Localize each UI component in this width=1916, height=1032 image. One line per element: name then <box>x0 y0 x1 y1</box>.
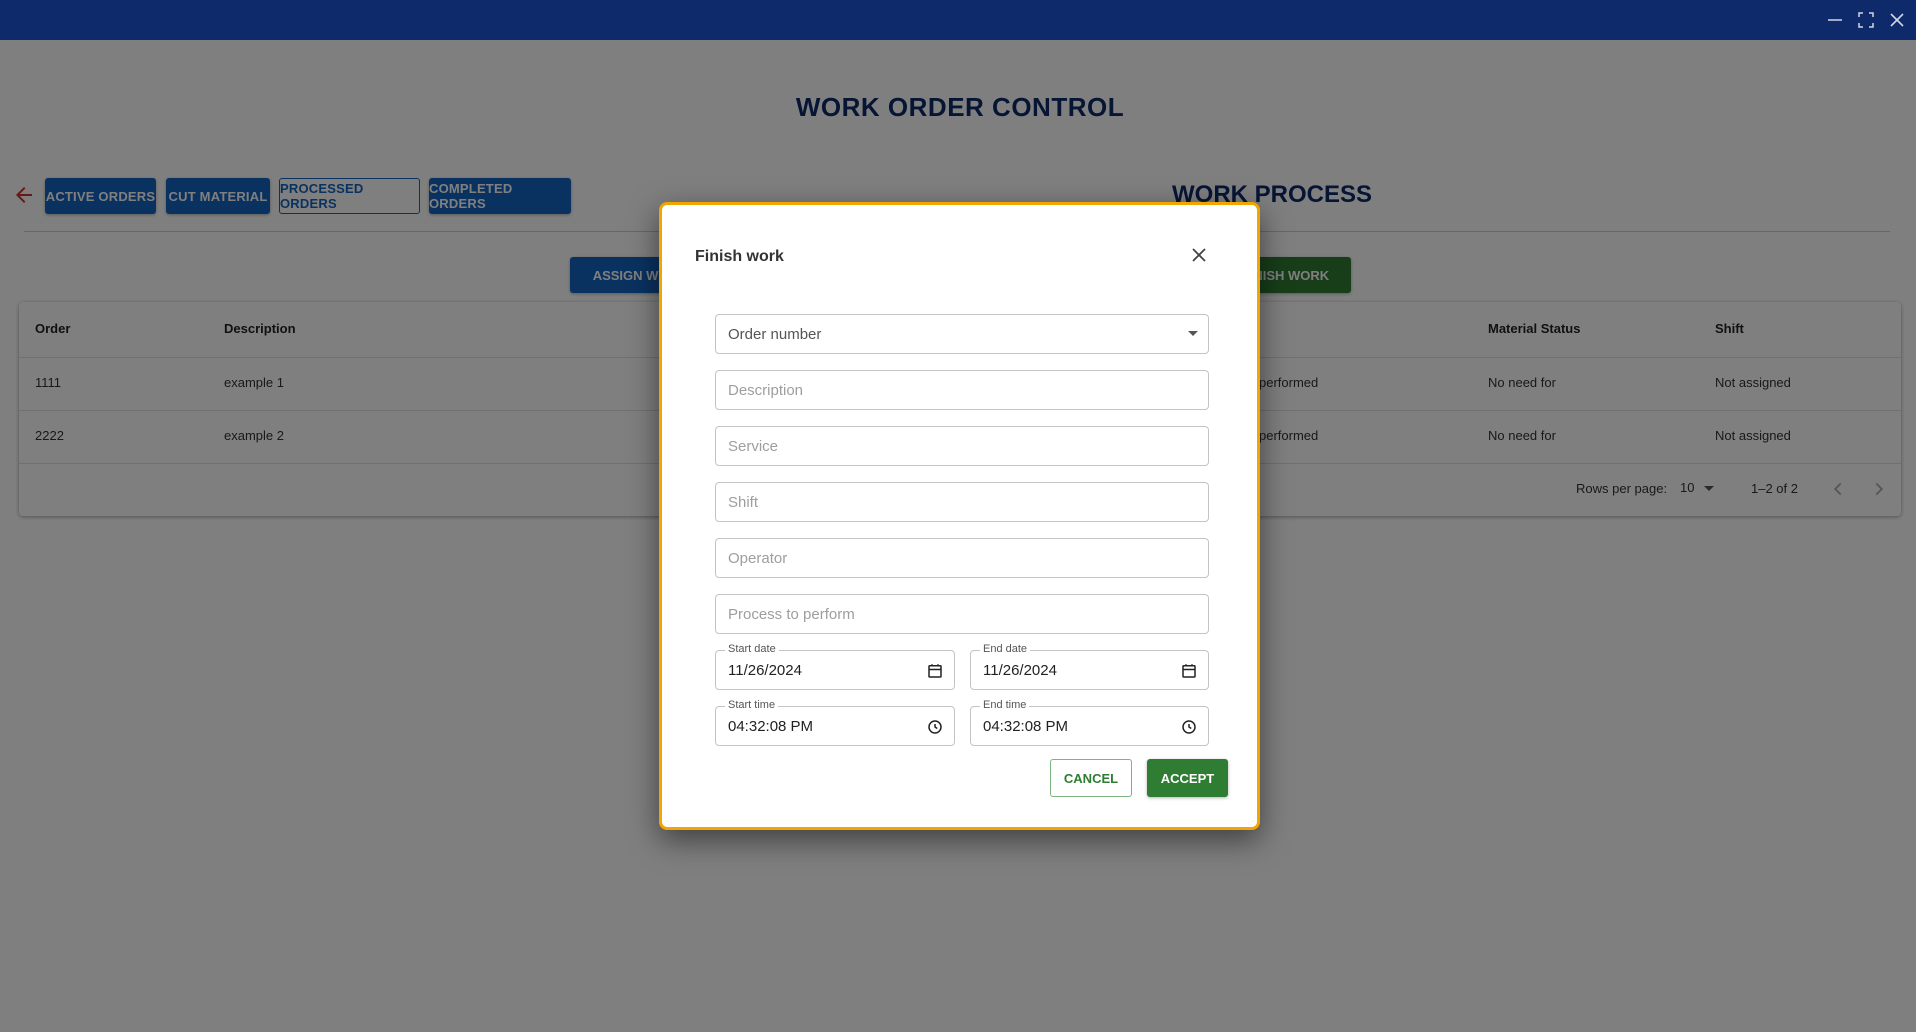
calendar-icon[interactable] <box>1180 662 1198 680</box>
dialog-title: Finish work <box>695 248 784 265</box>
description-field[interactable] <box>715 370 1209 410</box>
order-number-select[interactable]: Order number <box>715 314 1209 354</box>
finish-work-dialog: Finish work Order number Start date 11/2… <box>659 202 1260 830</box>
calendar-icon[interactable] <box>926 662 944 680</box>
end-time-label: End time <box>980 699 1030 711</box>
maximize-icon[interactable] <box>1854 8 1878 32</box>
close-icon[interactable] <box>1187 243 1211 267</box>
close-icon[interactable] <box>1885 8 1909 32</box>
start-time-value: 04:32:08 PM <box>728 717 814 735</box>
minimize-icon[interactable] <box>1823 8 1847 32</box>
cancel-button[interactable]: CANCEL <box>1050 759 1132 797</box>
clock-icon[interactable] <box>926 718 944 736</box>
end-time-field[interactable]: End time 04:32:08 PM <box>970 699 1209 746</box>
end-time-value: 04:32:08 PM <box>983 717 1069 735</box>
clock-icon[interactable] <box>1180 718 1198 736</box>
start-date-field[interactable]: Start date 11/26/2024 <box>715 643 955 690</box>
accept-button[interactable]: ACCEPT <box>1147 759 1228 797</box>
end-date-value: 11/26/2024 <box>983 661 1057 679</box>
chevron-down-icon <box>1188 331 1198 336</box>
window-titlebar <box>0 0 1916 40</box>
order-number-placeholder: Order number <box>728 325 822 343</box>
start-date-label: Start date <box>725 643 779 655</box>
end-date-field[interactable]: End date 11/26/2024 <box>970 643 1209 690</box>
start-time-label: Start time <box>725 699 779 711</box>
end-date-label: End date <box>980 643 1031 655</box>
shift-field[interactable] <box>715 482 1209 522</box>
process-to-perform-field[interactable] <box>715 594 1209 634</box>
operator-field[interactable] <box>715 538 1209 578</box>
service-field[interactable] <box>715 426 1209 466</box>
start-time-field[interactable]: Start time 04:32:08 PM <box>715 699 955 746</box>
start-date-value: 11/26/2024 <box>728 661 802 679</box>
